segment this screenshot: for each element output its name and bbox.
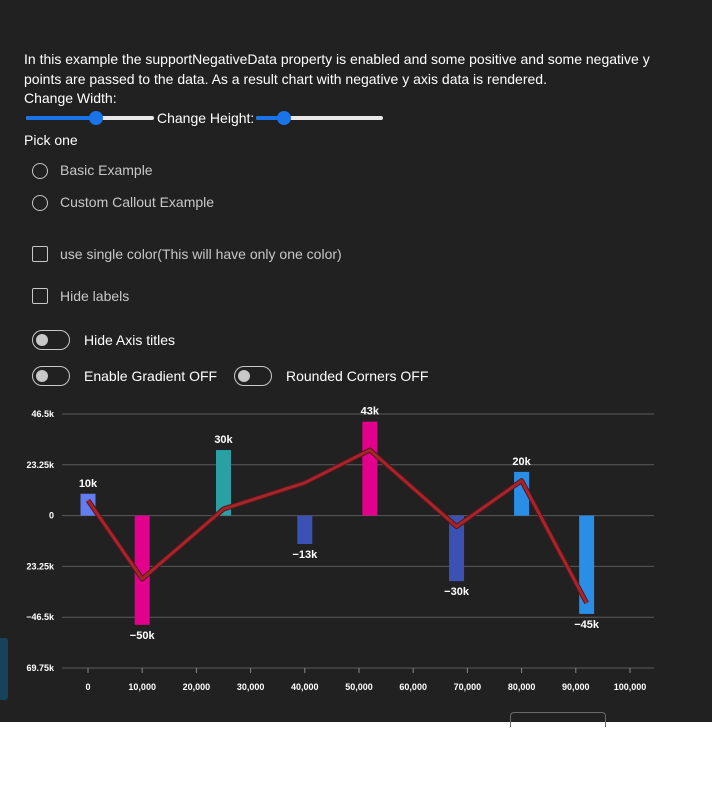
line-series-outline [85, 447, 589, 605]
bar [362, 421, 378, 516]
data-label: 30k [214, 434, 233, 446]
data-label: −50k [130, 630, 156, 642]
x-tick-label: 20,000 [183, 682, 211, 692]
x-tick-label: 40,000 [291, 682, 319, 692]
data-label: −45k [574, 619, 600, 631]
single-color-checkbox-label[interactable]: use single color(This will have only one… [60, 246, 342, 262]
radio-custom-callout-example-label[interactable]: Custom Callout Example [60, 194, 214, 210]
x-tick-label: 0 [85, 682, 90, 692]
line-series [86, 448, 588, 604]
toggle-knob [36, 334, 48, 346]
single-color-checkbox[interactable] [32, 246, 48, 262]
gradient-toggle-label[interactable]: Enable Gradient OFF [84, 368, 217, 384]
hide-labels-checkbox-label[interactable]: Hide labels [60, 288, 129, 304]
x-tick-label: 100,000 [614, 682, 647, 692]
data-label: 43k [361, 406, 380, 418]
side-panel-tab[interactable] [0, 638, 8, 700]
data-label: −30k [444, 586, 470, 598]
height-slider[interactable] [256, 111, 383, 125]
data-label: 20k [512, 456, 531, 468]
radio-basic-example[interactable] [32, 163, 48, 179]
pick-one-label: Pick one [24, 132, 78, 148]
x-tick-label: 10,000 [128, 682, 156, 692]
vertical-bar-chart: 46.5k 23.25k 0 23.25k −46.5k 69.75k 0 10,000 20,… [26, 406, 654, 692]
gradient-toggle[interactable] [32, 366, 70, 386]
example-panel: In this example the supportNegativeData … [0, 0, 712, 722]
width-slider-fill [26, 116, 97, 120]
bottom-button[interactable] [510, 712, 606, 727]
hide-labels-checkbox[interactable] [32, 288, 48, 304]
y-tick-label: 0 [49, 511, 54, 521]
x-tick-label: 50,000 [345, 682, 373, 692]
bar [297, 515, 313, 545]
radio-custom-callout-example[interactable] [32, 195, 48, 211]
example-description: In this example the supportNegativeData … [24, 51, 650, 87]
toggle-knob [36, 370, 48, 382]
x-tick-label: 60,000 [399, 682, 427, 692]
y-tick-label: −46.5k [26, 612, 55, 622]
x-tick-label: 80,000 [508, 682, 536, 692]
y-tick-label: 69.75k [26, 663, 55, 673]
x-tick-label: 30,000 [237, 682, 265, 692]
change-width-label: Change Width: [24, 90, 117, 106]
data-label: 10k [79, 478, 98, 490]
hide-axis-titles-label[interactable]: Hide Axis titles [84, 332, 175, 348]
rounded-corners-toggle-label[interactable]: Rounded Corners OFF [286, 368, 428, 384]
rounded-corners-toggle[interactable] [234, 366, 272, 386]
data-label: −13k [292, 549, 318, 561]
radio-basic-example-label[interactable]: Basic Example [60, 162, 153, 178]
change-height-label: Change Height: [157, 110, 255, 126]
width-slider[interactable] [26, 111, 154, 125]
width-slider-thumb[interactable] [89, 111, 104, 125]
y-tick-label: 46.5k [31, 409, 55, 419]
y-tick-label: 23.25k [26, 561, 55, 571]
y-tick-label: 23.25k [26, 460, 55, 470]
height-slider-thumb[interactable] [276, 111, 291, 125]
x-tick-label: 70,000 [454, 682, 482, 692]
hide-axis-titles-toggle[interactable] [32, 330, 70, 350]
x-tick-label: 90,000 [562, 682, 590, 692]
toggle-knob [238, 370, 250, 382]
